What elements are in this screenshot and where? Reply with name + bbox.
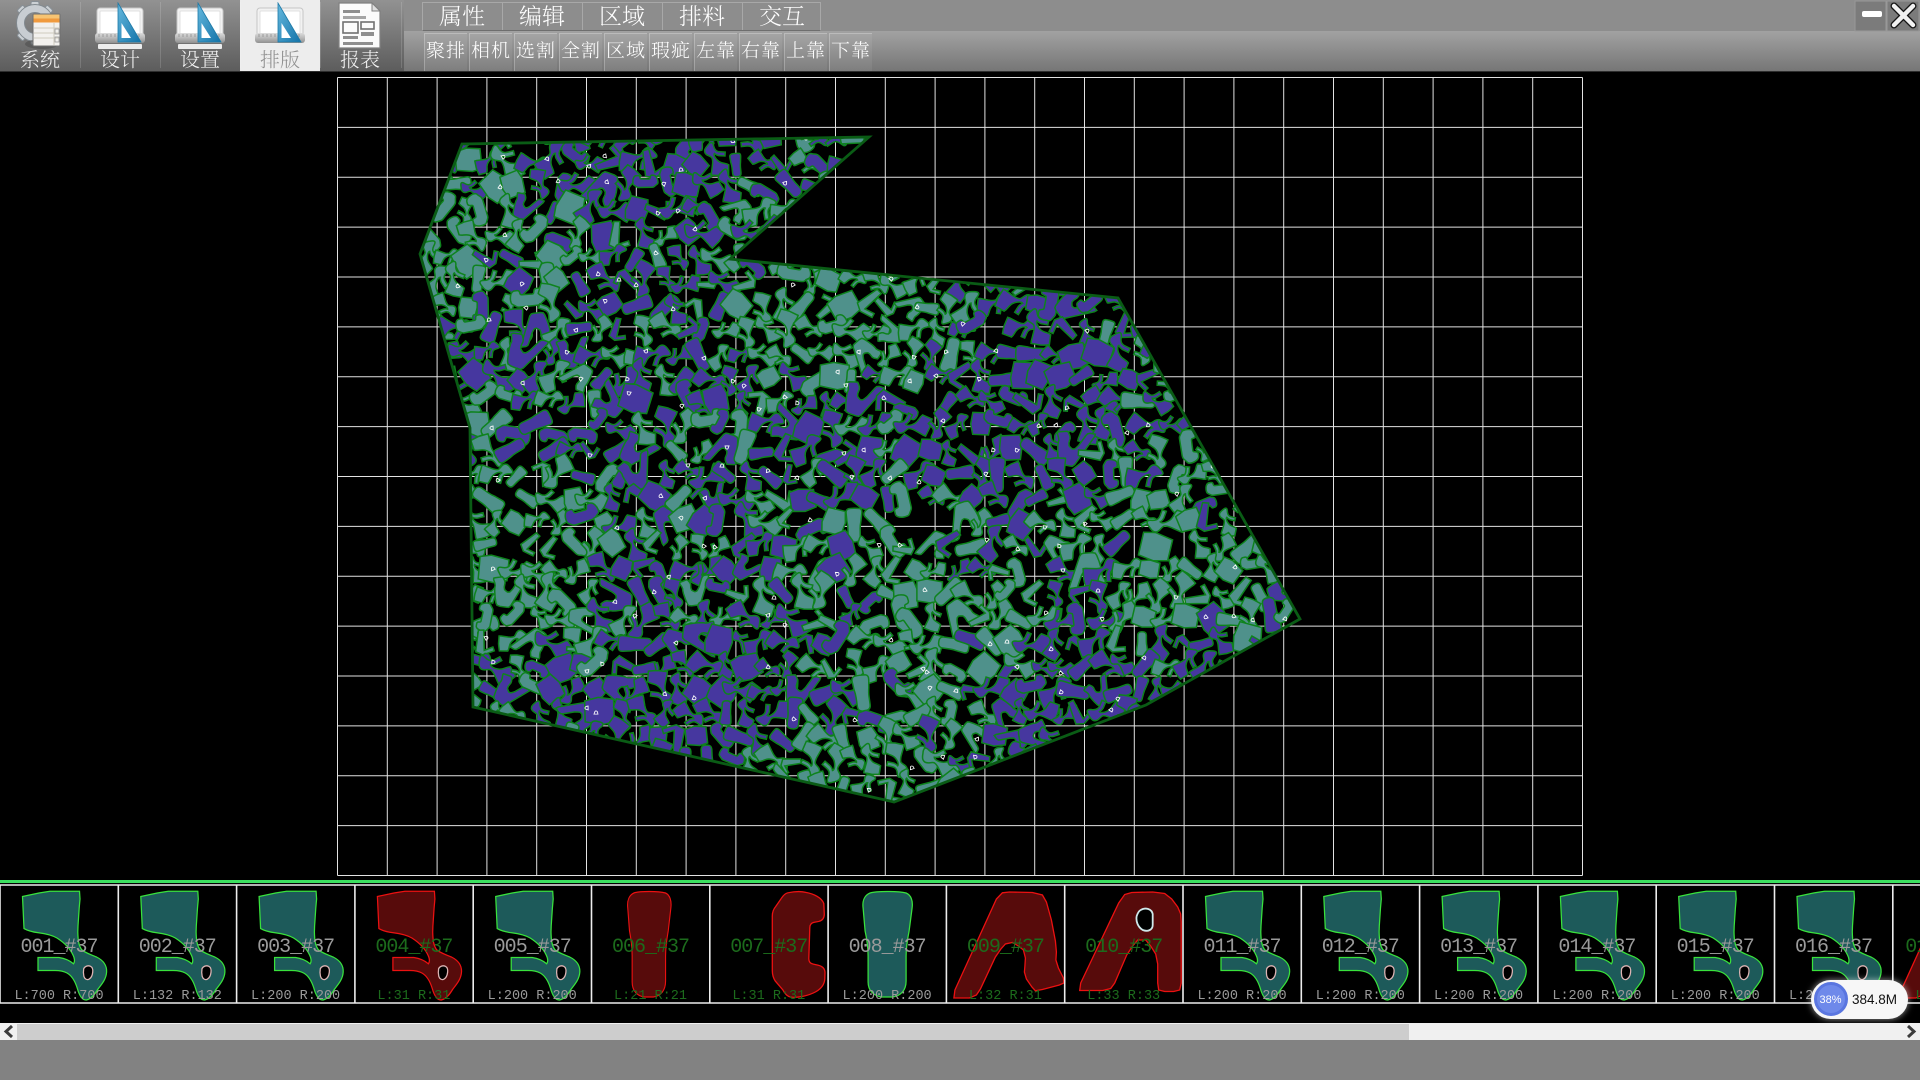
svg-text:006_#37: 006_#37 <box>612 936 689 959</box>
svg-text:012_#37: 012_#37 <box>1322 936 1399 959</box>
svg-text:013_#37: 013_#37 <box>1440 936 1517 959</box>
svg-text:L:31 R:31: L:31 R:31 <box>732 989 805 1004</box>
svg-text:017_#37: 017_#37 <box>1905 936 1920 959</box>
svg-text:014_#37: 014_#37 <box>1558 936 1635 959</box>
svg-text:L:700 R:700: L:700 R:700 <box>14 989 103 1004</box>
svg-text:L:200 R:200: L:200 R:200 <box>1197 989 1286 1004</box>
svg-text:L:33 R:33: L:33 R:33 <box>1915 989 1920 1004</box>
svg-text:001_#37: 001_#37 <box>20 936 97 959</box>
svg-text:L:33 R:33: L:33 R:33 <box>1087 989 1160 1004</box>
svg-text:L:31 R:31: L:31 R:31 <box>377 989 450 1004</box>
svg-text:010_#37: 010_#37 <box>1085 936 1162 959</box>
svg-text:011_#37: 011_#37 <box>1203 936 1280 959</box>
svg-text:007_#37: 007_#37 <box>730 936 807 959</box>
svg-text:L:200 R:200: L:200 R:200 <box>843 989 932 1004</box>
svg-text:L:21 R:21: L:21 R:21 <box>614 989 687 1004</box>
svg-text:016_#37: 016_#37 <box>1795 936 1872 959</box>
svg-text:L:200 R:200: L:200 R:200 <box>488 989 577 1004</box>
svg-text:008_#37: 008_#37 <box>849 936 926 959</box>
svg-text:003_#37: 003_#37 <box>257 936 334 959</box>
svg-text:005_#37: 005_#37 <box>494 936 571 959</box>
svg-text:L:200 R:200: L:200 R:200 <box>251 989 340 1004</box>
svg-text:L:200 R:200: L:200 R:200 <box>1316 989 1405 1004</box>
svg-text:L:32 R:31: L:32 R:31 <box>969 989 1042 1004</box>
svg-text:L:132 R:132: L:132 R:132 <box>133 989 222 1004</box>
svg-text:015_#37: 015_#37 <box>1677 936 1754 959</box>
svg-text:L:200 R:200: L:200 R:200 <box>1552 989 1641 1004</box>
svg-text:009_#37: 009_#37 <box>967 936 1044 959</box>
svg-text:004_#37: 004_#37 <box>375 936 452 959</box>
svg-text:L:200 R:200: L:200 R:200 <box>1671 989 1760 1004</box>
svg-text:L:200 R:200: L:200 R:200 <box>1434 989 1523 1004</box>
svg-text:002_#37: 002_#37 <box>139 936 216 959</box>
